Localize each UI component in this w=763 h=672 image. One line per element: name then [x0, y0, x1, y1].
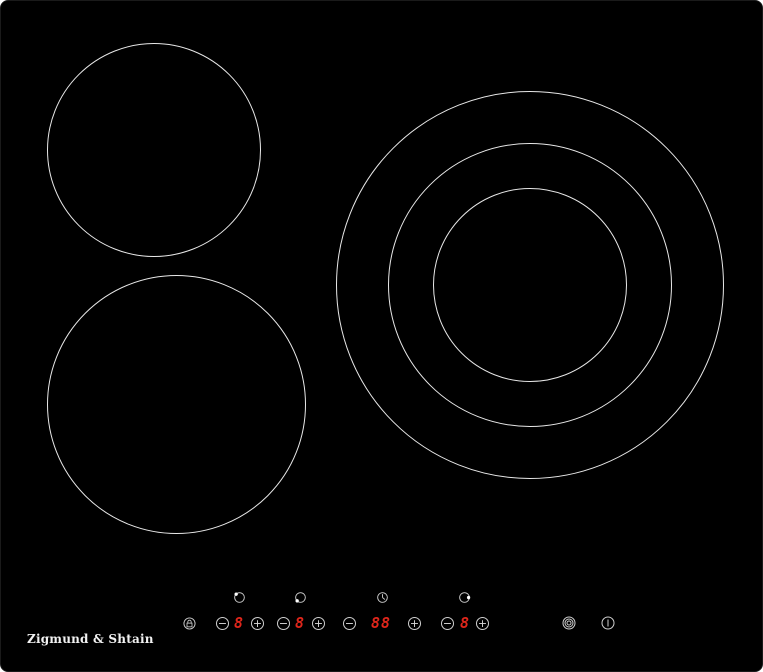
cooktop-glass: − 8 + − 8 + − 88 + − 8 + Zigmund & Shtai… [0, 0, 763, 672]
timer-display: 88 [371, 614, 392, 632]
cooking-zone-front-left [47, 275, 306, 534]
power-icon[interactable] [601, 616, 615, 630]
timer-plus-button[interactable]: + [408, 617, 421, 630]
cooking-zone-right-inner [433, 188, 627, 382]
zone-1-plus-button[interactable]: + [251, 617, 264, 630]
timer-clock-icon[interactable] [376, 591, 389, 604]
brand-logo: Zigmund & Shtain [27, 632, 154, 646]
zone-3-minus-button[interactable]: − [441, 617, 454, 630]
zone-2-plus-button[interactable]: + [312, 617, 325, 630]
zone-1-power-display: 8 [234, 614, 245, 632]
zone-2-minus-button[interactable]: − [277, 617, 290, 630]
zone-indicator-front-left-icon [295, 592, 306, 603]
dual-ring-icon[interactable] [562, 616, 576, 630]
zone-3-plus-button[interactable]: + [476, 617, 489, 630]
zone-2-power-display: 8 [295, 614, 306, 632]
timer-minus-button[interactable]: − [343, 617, 356, 630]
zone-indicator-right-icon [459, 592, 471, 603]
zone-3-power-display: 8 [460, 614, 471, 632]
lock-icon[interactable] [183, 617, 196, 630]
cooking-zone-back-left [47, 43, 261, 257]
zone-1-minus-button[interactable]: − [216, 617, 229, 630]
zone-indicator-back-left-icon [234, 592, 245, 603]
